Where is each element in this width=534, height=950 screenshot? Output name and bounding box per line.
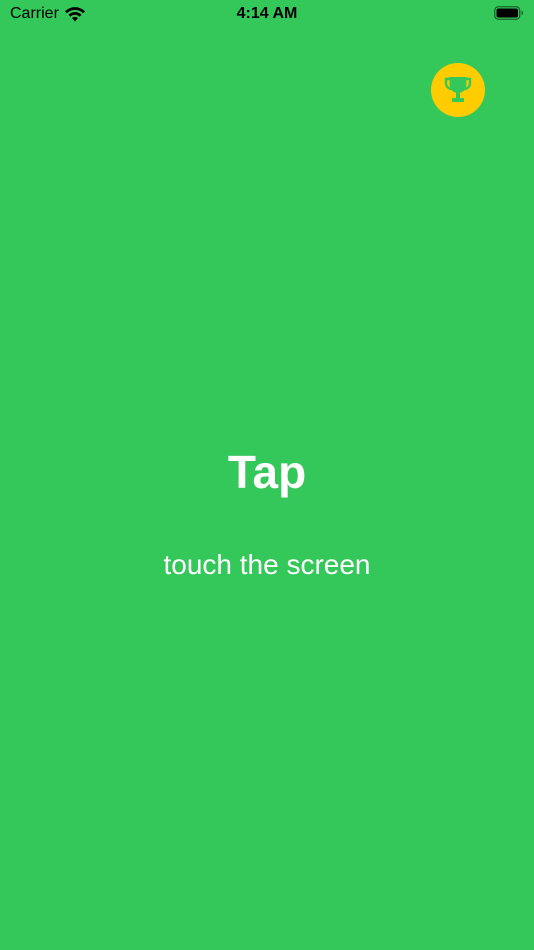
- trophy-icon: [444, 77, 472, 102]
- status-bar: Carrier 4:14 AM: [0, 0, 534, 30]
- leaderboard-button[interactable]: [431, 63, 485, 117]
- battery-icon: [494, 6, 524, 20]
- status-time: 4:14 AM: [236, 5, 298, 22]
- instruction-text: touch the screen: [163, 549, 371, 580]
- tap-screen[interactable]: Carrier 4:14 AM Tap touch the screen: [0, 0, 534, 950]
- page-title: Tap: [227, 446, 307, 498]
